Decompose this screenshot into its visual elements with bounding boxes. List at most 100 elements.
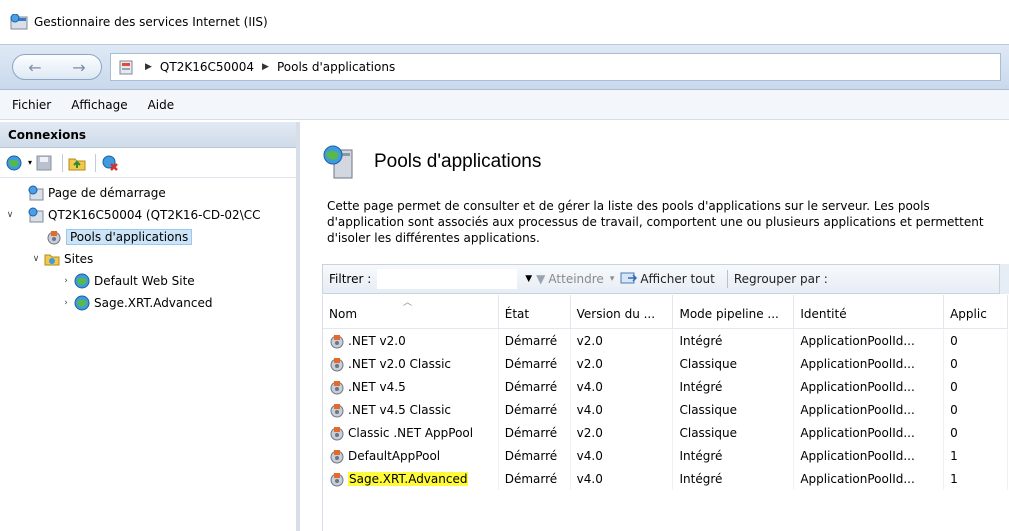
cell-state: Démarré [499,375,571,398]
cell-applications: 0 [944,421,1008,444]
tree-label: Default Web Site [94,274,195,288]
tree-item-sites[interactable]: ∨ Sites [0,248,296,270]
cell-text: DefaultAppPool [348,448,441,463]
cell-text: Intégré [679,379,723,394]
cell-text: Démarré [504,356,558,371]
filter-input[interactable] [377,269,518,289]
cell-version: v2.0 [571,421,674,444]
dropdown-arrow-icon[interactable]: ▾ [610,274,615,284]
back-arrow-icon[interactable]: ← [24,56,46,78]
cell-text: ApplicationPoolId... [800,448,915,463]
filter-bar-overflow[interactable] [999,264,1009,294]
connections-toolbar: ▾ [0,148,296,178]
breadcrumb-server[interactable]: QT2K16C50004 [160,60,254,74]
menu-help[interactable]: Aide [146,96,177,114]
table-row[interactable]: .NET v4.5 Démarré v4.0 Intégré ApplicationPo… [323,375,1008,398]
menu-file[interactable]: Fichier [10,96,53,114]
tree-label: Pools d'applications [66,229,193,245]
table-row[interactable]: .NET v2.0 Démarré v2.0 Intégré ApplicationPo… [323,329,1008,352]
go-label: Atteindre [548,272,604,286]
show-all-button[interactable]: Afficher tout [620,272,715,286]
cell-text: Démarré [504,379,558,394]
cell-text: Intégré [679,448,723,463]
column-state[interactable]: État [499,295,571,328]
up-folder-icon[interactable] [68,154,86,172]
show-all-icon [620,272,638,286]
table-row[interactable]: .NET v4.5 Classic Démarré v4.0 Classique App… [323,398,1008,421]
cell-identity: ApplicationPoolId... [794,329,945,352]
table-row[interactable]: DefaultAppPool Démarré v4.0 Intégré Applicat… [323,444,1008,467]
app-pools-icon [322,144,358,180]
tree-item-sage-xrt[interactable]: › Sage.XRT.Advanced [0,292,296,314]
cell-text: .NET v2.0 [348,333,406,348]
cell-text: Intégré [679,333,723,348]
collapse-arrow-icon[interactable]: ∨ [4,210,16,220]
cell-text: v2.0 [576,333,603,348]
dropdown-arrow-icon[interactable]: ▼ [525,274,532,284]
cell-state: Démarré [499,329,571,352]
server-icon [117,59,135,75]
globe-connect-icon[interactable] [6,154,24,172]
table-row[interactable]: Sage.XRT.Advanced Démarré v4.0 Intégré Appli… [323,467,1008,490]
chevron-right-icon: ▶ [262,62,269,72]
column-version[interactable]: Version du ... [571,295,674,328]
breadcrumb-app-pools[interactable]: Pools d'applications [277,60,395,74]
menu-view[interactable]: Affichage [69,96,129,114]
column-label: État [504,307,530,321]
table-row[interactable]: Classic .NET AppPool Démarré v2.0 Classique… [323,421,1008,444]
cell-text: v4.0 [576,448,603,463]
column-applications[interactable]: Applic [944,295,1008,328]
cell-text: .NET v4.5 Classic [348,402,452,417]
cell-pipeline: Intégré [673,329,795,352]
cell-text: Classic .NET AppPool [348,425,474,440]
dropdown-arrow-icon[interactable]: ▾ [28,158,32,167]
tree-item-server[interactable]: ∨ QT2K16C50004 (QT2K16-CD-02\CC [0,204,296,226]
cell-applications: 1 [944,467,1008,490]
cell-applications: 0 [944,329,1008,352]
tree-item-start-page[interactable]: Page de démarrage [0,182,296,204]
column-label: Mode pipeline ... [679,307,779,321]
globe-icon [74,295,90,311]
disconnect-icon[interactable] [101,154,119,172]
tree-item-app-pools[interactable]: Pools d'applications [0,226,296,248]
cell-applications: 1 [944,444,1008,467]
cell-identity: ApplicationPoolId... [794,444,945,467]
forward-arrow-icon[interactable]: → [68,56,90,78]
chevron-right-icon: ▶ [145,62,152,72]
cell-text: Classique [679,425,737,440]
column-pipeline[interactable]: Mode pipeline ... [673,295,795,328]
sites-folder-icon [44,251,60,267]
show-all-label: Afficher tout [640,272,715,286]
group-by-dropdown[interactable]: Regrouper par : [734,272,828,286]
breadcrumb[interactable]: ▶ QT2K16C50004 ▶ Pools d'applications [110,53,1001,81]
column-identity[interactable]: Identité [794,295,945,328]
cell-version: v4.0 [571,467,674,490]
cell-text: Démarré [504,471,558,486]
go-button[interactable]: ▼ Atteindre [536,272,604,286]
cell-text: .NET v4.5 [348,379,406,394]
collapse-arrow-icon[interactable]: ∨ [30,254,42,264]
expand-arrow-icon[interactable]: › [60,298,72,308]
tree-label: Sites [64,252,94,266]
cell-identity: ApplicationPoolId... [794,375,945,398]
save-icon[interactable] [35,154,53,172]
tree-item-default-web-site[interactable]: › Default Web Site [0,270,296,292]
cell-identity: ApplicationPoolId... [794,352,945,375]
column-label: Version du ... [576,307,656,321]
app-pool-icon [329,402,345,418]
tree-label: Sage.XRT.Advanced [94,296,213,310]
table-row[interactable]: .NET v2.0 Classic Démarré v2.0 Classique App… [323,352,1008,375]
connections-tree: Page de démarrage ∨ QT2K16C50004 (QT2K16… [0,178,296,314]
column-label: Nom [329,307,358,321]
cell-state: Démarré [499,421,571,444]
column-name[interactable]: ︿ Nom [323,295,499,328]
filter-bar: Filtrer : ▼ ▼ Atteindre ▾ Afficher tout … [322,264,1002,294]
expand-arrow-icon[interactable]: › [60,276,72,286]
main-panel: Pools d'applications Cette page permet d… [304,122,1009,531]
iis-manager-icon [10,13,28,30]
column-label: Identité [800,307,847,321]
page-description: Cette page permet de consulter et de gér… [327,199,984,245]
cell-version: v4.0 [571,375,674,398]
cell-text: ApplicationPoolId... [800,425,915,440]
column-label: Applic [950,307,987,321]
